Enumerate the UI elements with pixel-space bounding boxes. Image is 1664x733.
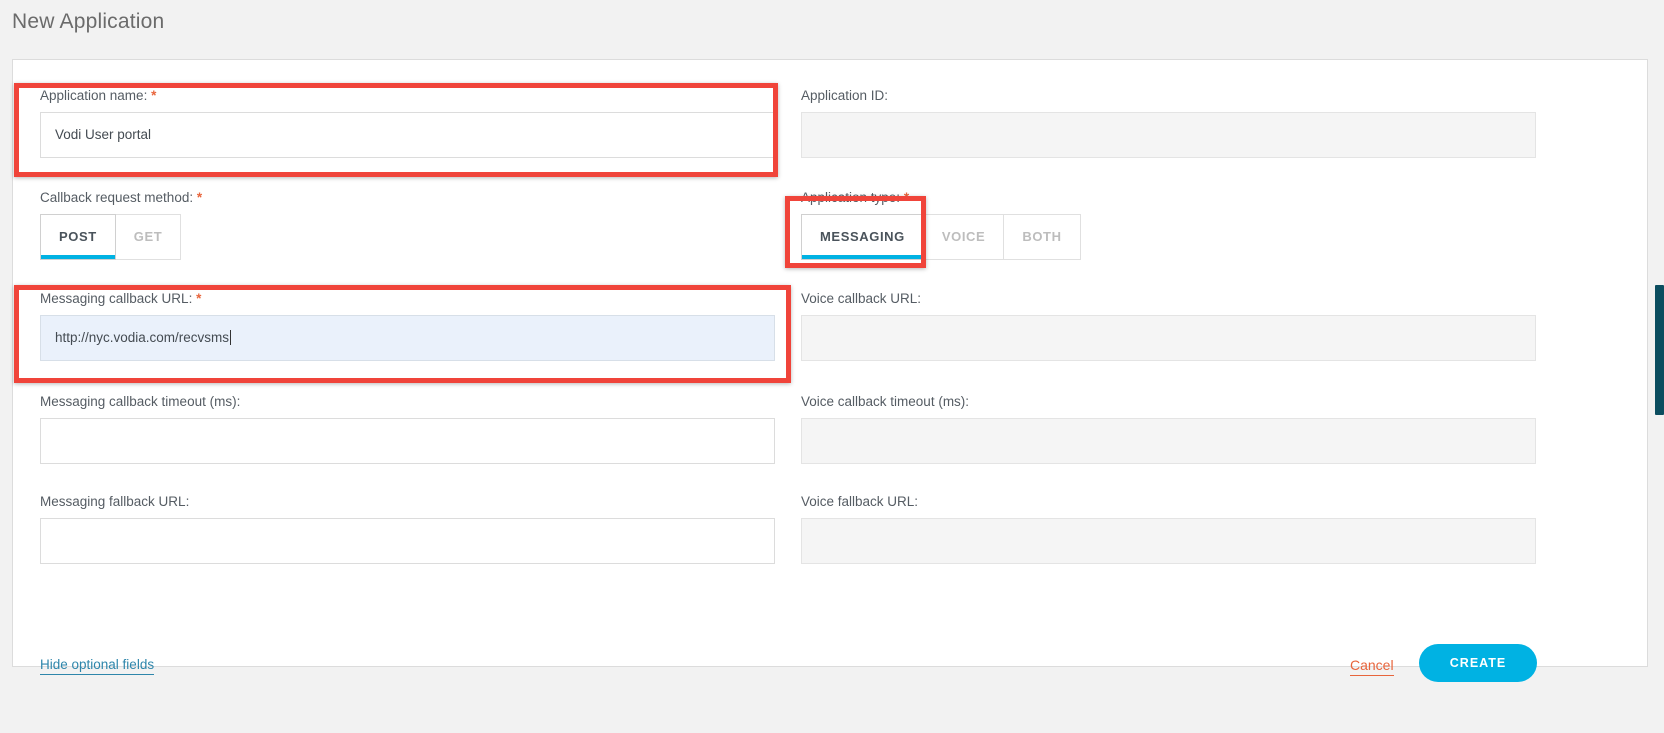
messaging-callback-url-input[interactable]: http://nyc.vodia.com/recvsms bbox=[40, 314, 775, 361]
voice-callback-url-label: Voice callback URL: bbox=[801, 291, 922, 306]
messaging-fallback-url-group: Messaging fallback URL: bbox=[40, 495, 775, 564]
application-type-option-voice[interactable]: VOICE bbox=[923, 213, 1005, 260]
messaging-callback-timeout-group: Messaging callback timeout (ms): bbox=[40, 395, 775, 464]
new-application-card: Application name: * Vodi User portal App… bbox=[12, 59, 1648, 682]
hide-optional-fields-link[interactable]: Hide optional fields bbox=[40, 658, 155, 675]
vertical-scrollbar[interactable] bbox=[1655, 0, 1664, 733]
voice-callback-url-input[interactable] bbox=[801, 314, 1536, 361]
application-name-group: Application name: * Vodi User portal bbox=[40, 89, 775, 158]
voice-callback-url-group: Voice callback URL: bbox=[801, 292, 1536, 361]
application-id-group: Application ID: bbox=[801, 89, 1536, 158]
messaging-callback-url-label: Messaging callback URL: * bbox=[40, 292, 775, 306]
required-asterisk-icon: * bbox=[903, 190, 910, 205]
application-type-toggle: MESSAGING VOICE BOTH bbox=[801, 213, 1536, 260]
application-id-label: Application ID: bbox=[801, 88, 889, 103]
application-name-input[interactable]: Vodi User portal bbox=[40, 111, 775, 158]
application-id-input[interactable] bbox=[801, 111, 1536, 158]
application-name-label-text: Application name: bbox=[40, 88, 148, 103]
messaging-callback-timeout-input[interactable] bbox=[40, 417, 775, 464]
voice-callback-timeout-label: Voice callback timeout (ms): bbox=[801, 394, 970, 409]
callback-method-option-get[interactable]: GET bbox=[115, 213, 182, 260]
create-button[interactable]: CREATE bbox=[1419, 644, 1537, 682]
voice-fallback-url-input[interactable] bbox=[801, 517, 1536, 564]
messaging-fallback-url-input[interactable] bbox=[40, 517, 775, 564]
required-asterisk-icon: * bbox=[151, 88, 157, 103]
application-type-group: Application type: * MESSAGING VOICE BOTH bbox=[801, 191, 1536, 260]
application-name-label: Application name: * bbox=[40, 89, 775, 103]
page-title: New Application bbox=[12, 10, 165, 33]
messaging-callback-url-group: Messaging callback URL: * http://nyc.vod… bbox=[40, 292, 775, 361]
messaging-callback-url-label-text: Messaging callback URL: bbox=[40, 291, 193, 306]
voice-callback-timeout-group: Voice callback timeout (ms): bbox=[801, 395, 1536, 464]
text-cursor-icon bbox=[230, 330, 232, 345]
voice-fallback-url-group: Voice fallback URL: bbox=[801, 495, 1536, 564]
application-type-option-both[interactable]: BOTH bbox=[1004, 213, 1081, 260]
cancel-button[interactable]: Cancel bbox=[1350, 658, 1394, 676]
callback-request-method-label: Callback request method: * bbox=[40, 191, 775, 205]
application-type-label-text: Application type: bbox=[801, 190, 901, 205]
required-asterisk-icon: * bbox=[196, 190, 203, 205]
voice-callback-timeout-input[interactable] bbox=[801, 417, 1536, 464]
callback-request-method-group: Callback request method: * POST GET bbox=[40, 191, 775, 260]
callback-request-method-toggle: POST GET bbox=[40, 213, 775, 260]
messaging-fallback-url-label: Messaging fallback URL: bbox=[40, 494, 190, 509]
callback-method-option-post[interactable]: POST bbox=[40, 213, 116, 260]
application-name-value: Vodi User portal bbox=[55, 127, 152, 142]
required-asterisk-icon: * bbox=[196, 291, 202, 306]
callback-request-method-label-text: Callback request method: bbox=[40, 190, 194, 205]
application-type-label: Application type: * bbox=[801, 191, 1536, 205]
application-type-option-messaging[interactable]: MESSAGING bbox=[801, 213, 924, 260]
new-application-screen: New Application Application name: * Vodi… bbox=[0, 0, 1664, 733]
voice-fallback-url-label: Voice fallback URL: bbox=[801, 494, 919, 509]
vertical-scrollbar-thumb[interactable] bbox=[1655, 285, 1664, 415]
messaging-callback-url-value: http://nyc.vodia.com/recvsms bbox=[55, 330, 230, 345]
messaging-callback-timeout-label: Messaging callback timeout (ms): bbox=[40, 394, 241, 409]
